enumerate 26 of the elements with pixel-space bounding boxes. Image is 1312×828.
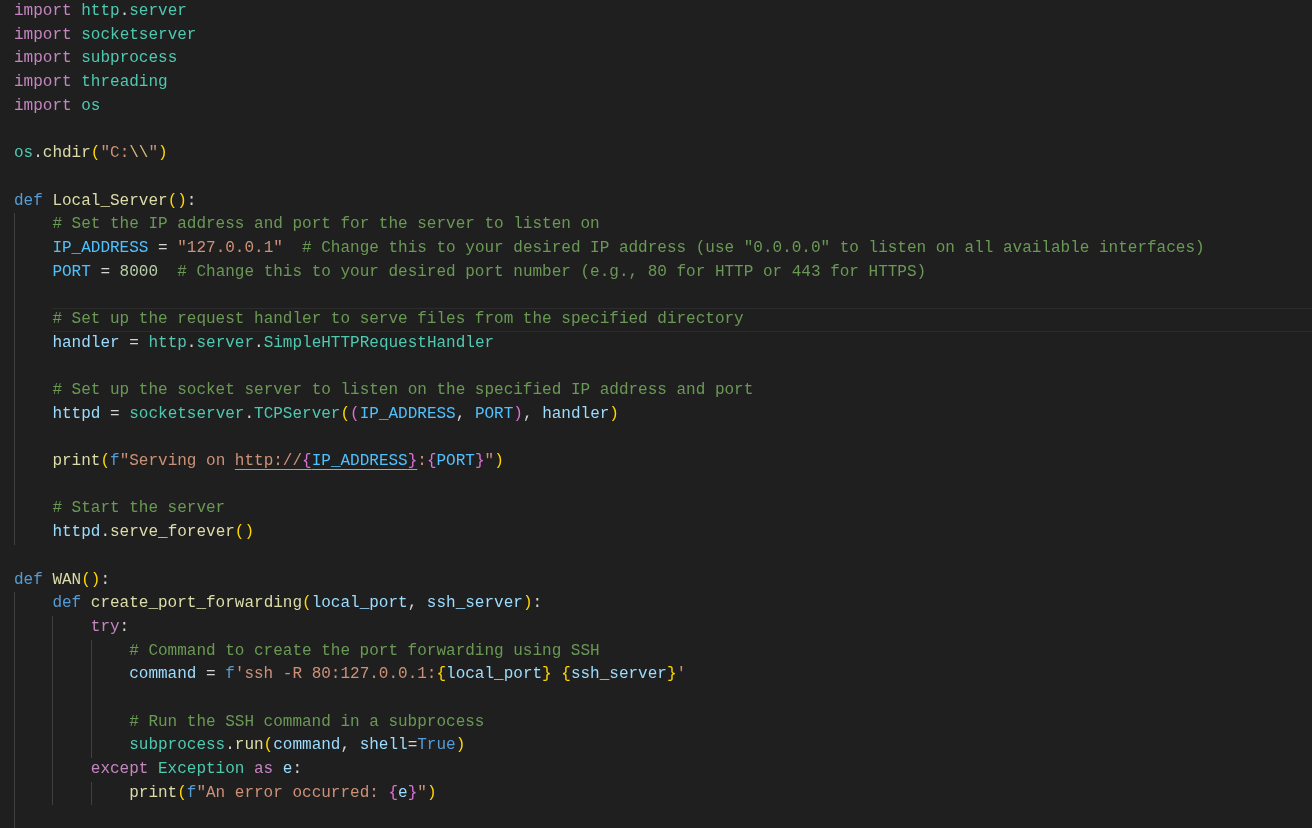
code-line: import threading <box>14 73 168 92</box>
code-line: # Run the SSH command in a subprocess <box>129 712 485 731</box>
code-line: # Start the server <box>52 499 226 518</box>
code-line: command = f'ssh -R 80:127.0.0.1:{local_port} {ssh_server}' <box>129 665 687 684</box>
code-line: httpd.serve_forever() <box>52 523 255 542</box>
code-line: import os <box>14 96 101 115</box>
code-line: # Set up the socket server to listen on the specified IP address and port <box>52 381 754 399</box>
code-line: os.chdir("C:\\") <box>14 144 168 163</box>
code-line: IP_ADDRESS = "127.0.0.1" # Change this to your desired IP address (use "0.0.0.0" to listen on all available interfaces) <box>52 238 1205 257</box>
code-line: httpd = socketserver.TCPServer((IP_ADDRESS, PORT), handler) <box>52 404 619 423</box>
code-line: import socketserver <box>14 25 197 44</box>
code-line: try: <box>90 617 130 636</box>
code-line: PORT = 8000 # Change this to your desired port number (e.g., 80 for HTTP or 443 for HTTPS) <box>52 262 927 281</box>
code-line: def create_port_forwarding(local_port, ssh_server): <box>52 594 543 613</box>
code-line: print(f"Serving on http://{IP_ADDRESS}:{PORT}") <box>52 452 504 471</box>
code-line: print(f"An error occurred: {e}") <box>129 783 437 802</box>
code-line: handler = http.server.SimpleHTTPRequestHandler <box>52 333 495 352</box>
code-line: def WAN(): <box>14 570 111 589</box>
code-line: except Exception as e: <box>90 760 303 778</box>
code-line: # Command to create the port forwarding using SSH <box>129 641 600 660</box>
code-line: import http.server <box>14 2 187 20</box>
code-line: # Set up the request handler to serve files from the specified directory <box>52 309 744 328</box>
code-line: import subprocess <box>14 49 178 68</box>
code-line: subprocess.run(command, shell=True) <box>129 736 466 755</box>
code-line: def Local_Server(): <box>14 191 197 210</box>
code-line: # Set the IP address and port for the server to listen on <box>52 215 600 234</box>
